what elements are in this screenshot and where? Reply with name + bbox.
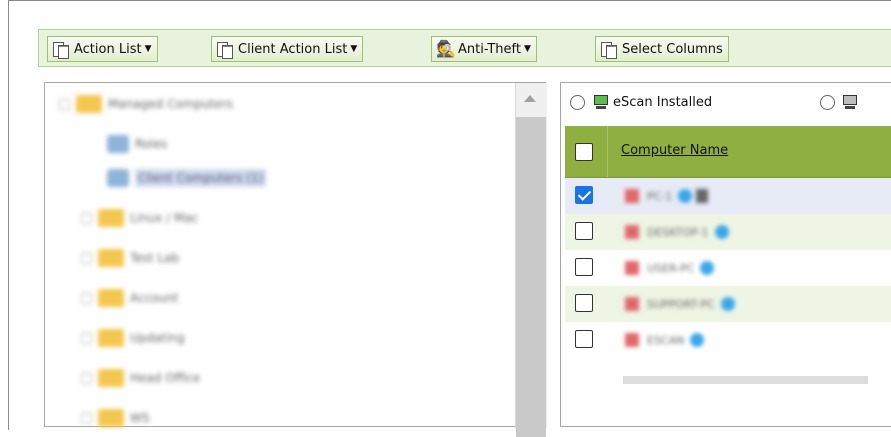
tree-item-head-office[interactable]: Head Office: [81, 365, 200, 391]
chevron-down-icon: ▼: [523, 44, 531, 54]
row-checkbox[interactable]: [575, 222, 593, 240]
row-checkbox[interactable]: [575, 294, 593, 312]
tree-item-label: Roles: [135, 137, 168, 151]
client-action-list-icon: [216, 40, 234, 59]
expand-icon[interactable]: [81, 212, 92, 224]
row-checkbox[interactable]: [575, 330, 593, 348]
select-all-checkbox[interactable]: [575, 143, 593, 161]
expand-icon[interactable]: [81, 412, 92, 424]
client-action-list-button[interactable]: Client Action List ▼: [211, 36, 364, 62]
anti-theft-label: Anti-Theft: [458, 41, 521, 57]
computer-name-cell: ESCAN: [625, 331, 705, 349]
escan-installed-label: eScan Installed: [613, 95, 713, 110]
expand-icon[interactable]: [81, 332, 92, 344]
computer-not-installed-icon: [842, 94, 858, 110]
folder-icon: [98, 409, 124, 427]
column-computer-name[interactable]: Computer Name: [621, 143, 728, 158]
tree-item-updating[interactable]: Updating: [81, 325, 185, 351]
expand-icon[interactable]: [81, 292, 92, 304]
folder-icon: [98, 329, 124, 347]
folder-icon: [98, 369, 124, 387]
select-columns-icon: [600, 40, 618, 59]
computer-name: SUPPORT-PC: [647, 297, 715, 311]
computer-name-cell: SUPPORT-PC: [625, 295, 735, 313]
client-action-list-label: Client Action List: [238, 41, 348, 57]
table-row[interactable]: SUPPORT-PC: [565, 286, 891, 322]
header-divider: [607, 126, 608, 177]
tree-item-managed-computers[interactable]: Managed Computers: [59, 91, 233, 117]
filter-radio-bar: eScan Installed: [561, 83, 891, 127]
thief-icon: 🕵: [436, 39, 456, 58]
select-columns-label: Select Columns: [622, 41, 723, 57]
computer-name-cell: USER-PC: [625, 259, 715, 277]
folder-icon: [76, 95, 102, 113]
escan-installed-radio[interactable]: [570, 95, 585, 110]
group-icon: [107, 135, 129, 153]
expand-icon[interactable]: [81, 372, 92, 384]
tree-item-label: Test Lab: [130, 251, 180, 265]
tree-scrollbar-thumb[interactable]: [516, 117, 546, 437]
folder-icon: [98, 289, 124, 307]
tree-item-ws[interactable]: WS: [81, 405, 149, 431]
tree-item-label: Updating: [130, 331, 185, 345]
folder-icon: [98, 209, 124, 227]
computer-grid-panel: eScan Installed Computer Name PC-1 DESKT…: [560, 82, 891, 427]
action-list-icon: [52, 40, 70, 59]
tree-item-linux-mac[interactable]: Linux / Mac: [81, 205, 198, 231]
group-tree-panel: Managed Computers Roles Client Computers…: [44, 82, 547, 437]
table-row[interactable]: ESCAN: [565, 322, 891, 358]
action-list-button[interactable]: Action List ▼: [47, 36, 158, 62]
tree-item-test-lab[interactable]: Test Lab: [81, 245, 179, 271]
table-row[interactable]: PC-1: [565, 178, 891, 214]
tree-item-label: Account: [130, 291, 179, 305]
group-icon: [107, 169, 129, 187]
table-row[interactable]: DESKTOP-1: [565, 214, 891, 250]
chevron-down-icon: ▼: [144, 44, 152, 54]
folder-icon: [98, 249, 124, 267]
chevron-down-icon: ▼: [350, 44, 358, 54]
computer-installed-icon: [593, 94, 609, 110]
tree-item-label: Client Computers (1): [135, 169, 267, 187]
tree-item-label: WS: [130, 411, 150, 425]
tree-item-label: Managed Computers: [108, 97, 234, 111]
select-columns-button[interactable]: Select Columns: [595, 36, 729, 62]
computer-name: ESCAN: [647, 333, 685, 347]
grid-header: Computer Name: [565, 126, 891, 178]
anti-theft-button[interactable]: 🕵 Anti-Theft ▼: [431, 36, 537, 62]
computer-name: USER-PC: [647, 261, 695, 275]
action-list-label: Action List: [74, 41, 142, 57]
grid-horizontal-scrollbar[interactable]: [623, 376, 868, 384]
tree-item-label: Linux / Mac: [130, 211, 199, 225]
row-checkbox[interactable]: [575, 258, 593, 276]
row-checkbox[interactable]: [575, 186, 593, 204]
computer-name-cell: DESKTOP-1: [625, 223, 729, 241]
computer-name: DESKTOP-1: [647, 225, 709, 239]
tree-item-account[interactable]: Account: [81, 285, 178, 311]
tree-item-roles[interactable]: Roles: [107, 131, 167, 157]
tree-item-label: Head Office: [130, 371, 201, 385]
expand-icon[interactable]: [81, 252, 92, 264]
toolbar: Action List ▼ Client Action List ▼ 🕵 Ant…: [38, 29, 891, 67]
computer-name-cell: PC-1: [625, 187, 709, 205]
scroll-up-icon[interactable]: [524, 95, 536, 102]
computer-name: PC-1: [647, 189, 673, 203]
tree-item-client-computers[interactable]: Client Computers (1): [107, 165, 267, 191]
escan-not-installed-radio[interactable]: [820, 95, 835, 110]
table-row[interactable]: USER-PC: [565, 250, 891, 286]
expand-icon[interactable]: [59, 98, 70, 110]
